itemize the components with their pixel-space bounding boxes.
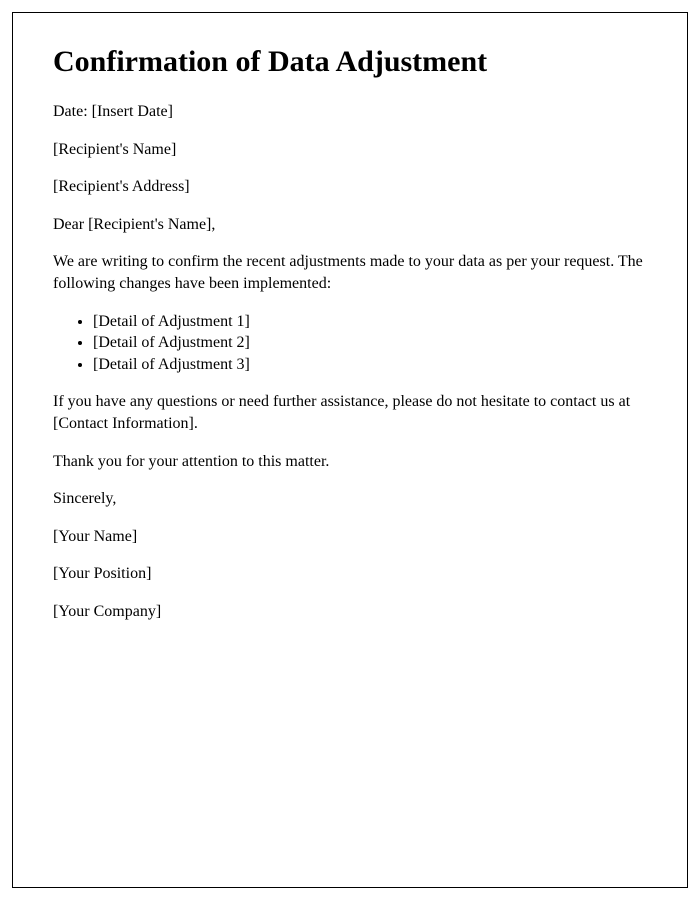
sender-name: [Your Name] (53, 526, 647, 548)
list-item: [Detail of Adjustment 2] (93, 332, 647, 354)
intro-paragraph: We are writing to confirm the recent adj… (53, 251, 647, 294)
recipient-name: [Recipient's Name] (53, 139, 647, 161)
salutation: Dear [Recipient's Name], (53, 214, 647, 236)
sender-company: [Your Company] (53, 601, 647, 623)
list-item: [Detail of Adjustment 1] (93, 311, 647, 333)
adjustments-list: [Detail of Adjustment 1] [Detail of Adju… (93, 311, 647, 376)
list-item: [Detail of Adjustment 3] (93, 354, 647, 376)
recipient-address: [Recipient's Address] (53, 176, 647, 198)
document-title: Confirmation of Data Adjustment (53, 45, 647, 79)
questions-paragraph: If you have any questions or need furthe… (53, 391, 647, 434)
thank-you-line: Thank you for your attention to this mat… (53, 451, 647, 473)
document-page: Confirmation of Data Adjustment Date: [I… (12, 12, 688, 888)
date-line: Date: [Insert Date] (53, 101, 647, 123)
closing-line: Sincerely, (53, 488, 647, 510)
sender-position: [Your Position] (53, 563, 647, 585)
